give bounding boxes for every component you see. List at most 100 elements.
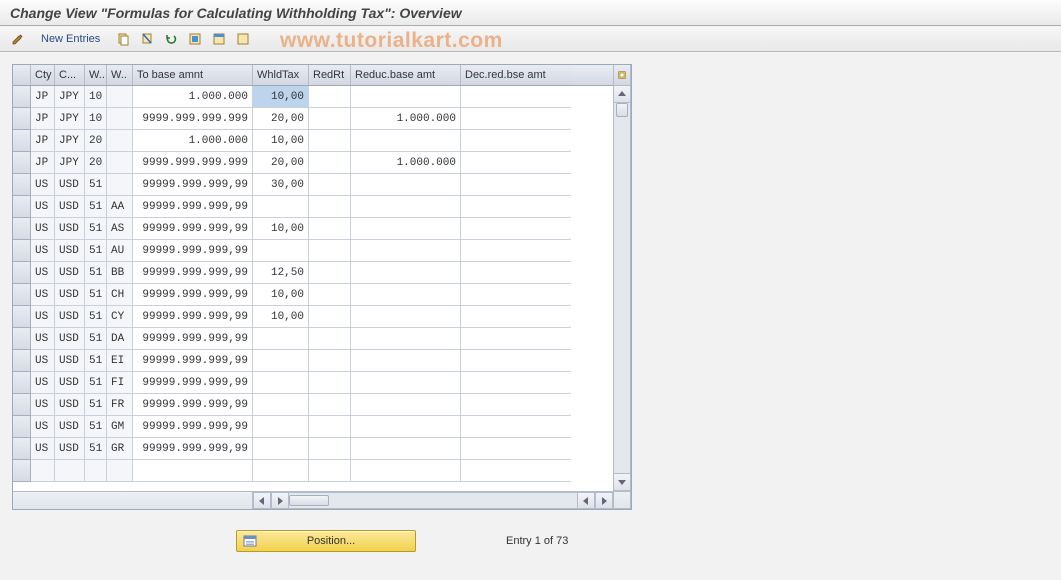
- empty-cell[interactable]: [85, 460, 107, 482]
- cell-redrt[interactable]: [309, 174, 351, 196]
- cell-w1[interactable]: 51: [85, 306, 107, 328]
- cell-whldtax[interactable]: 20,00: [253, 152, 309, 174]
- cell-dec-red[interactable]: [461, 86, 571, 108]
- cell-redrt[interactable]: [309, 416, 351, 438]
- delete-icon[interactable]: [137, 30, 157, 48]
- cell-dec-red[interactable]: [461, 284, 571, 306]
- cell-redrt[interactable]: [309, 130, 351, 152]
- vscroll-track[interactable]: [613, 103, 631, 473]
- cell-w2[interactable]: BB: [107, 262, 133, 284]
- cell-w1[interactable]: 51: [85, 394, 107, 416]
- cell-whldtax[interactable]: [253, 416, 309, 438]
- cell-w2[interactable]: [107, 130, 133, 152]
- empty-cell[interactable]: [13, 460, 31, 482]
- cell-dec-red[interactable]: [461, 174, 571, 196]
- cell-crcy[interactable]: USD: [55, 438, 85, 460]
- cell-redrt[interactable]: [309, 284, 351, 306]
- cell-to-base[interactable]: 99999.999.999,99: [133, 306, 253, 328]
- cell-reduc-base[interactable]: [351, 218, 461, 240]
- cell-reduc-base[interactable]: [351, 372, 461, 394]
- cell-reduc-base[interactable]: 1.000.000: [351, 152, 461, 174]
- empty-cell[interactable]: [55, 460, 85, 482]
- cell-reduc-base[interactable]: [351, 174, 461, 196]
- col-rbase[interactable]: Reduc.base amt: [351, 65, 461, 85]
- cell-crcy[interactable]: USD: [55, 416, 85, 438]
- hscroll-track[interactable]: [289, 492, 577, 509]
- col-w2[interactable]: W..: [107, 65, 133, 85]
- cell-w1[interactable]: 51: [85, 196, 107, 218]
- cell-dec-red[interactable]: [461, 350, 571, 372]
- row-selector[interactable]: [13, 240, 31, 262]
- row-selector[interactable]: [13, 416, 31, 438]
- cell-w1[interactable]: 51: [85, 328, 107, 350]
- cell-to-base[interactable]: 9999.999.999.999: [133, 152, 253, 174]
- cell-crcy[interactable]: USD: [55, 350, 85, 372]
- empty-cell[interactable]: [461, 460, 571, 482]
- cell-w2[interactable]: [107, 108, 133, 130]
- cell-to-base[interactable]: 99999.999.999,99: [133, 196, 253, 218]
- select-all-icon[interactable]: [185, 30, 205, 48]
- cell-whldtax[interactable]: [253, 350, 309, 372]
- cell-crcy[interactable]: JPY: [55, 130, 85, 152]
- cell-w1[interactable]: 10: [85, 108, 107, 130]
- cell-w1[interactable]: 51: [85, 284, 107, 306]
- cell-redrt[interactable]: [309, 262, 351, 284]
- cell-redrt[interactable]: [309, 394, 351, 416]
- empty-cell[interactable]: [31, 460, 55, 482]
- cell-w1[interactable]: 51: [85, 416, 107, 438]
- cell-dec-red[interactable]: [461, 262, 571, 284]
- cell-whldtax[interactable]: 10,00: [253, 284, 309, 306]
- cell-w1[interactable]: 10: [85, 86, 107, 108]
- cell-reduc-base[interactable]: [351, 86, 461, 108]
- cell-whldtax[interactable]: 10,00: [253, 130, 309, 152]
- cell-cty[interactable]: JP: [31, 152, 55, 174]
- cell-whldtax[interactable]: [253, 372, 309, 394]
- cell-to-base[interactable]: 1.000.000: [133, 86, 253, 108]
- hscroll-left-button[interactable]: [253, 492, 271, 509]
- col-w1[interactable]: W..: [85, 65, 107, 85]
- row-selector[interactable]: [13, 350, 31, 372]
- cell-to-base[interactable]: 99999.999.999,99: [133, 240, 253, 262]
- cell-crcy[interactable]: USD: [55, 372, 85, 394]
- cell-cty[interactable]: US: [31, 284, 55, 306]
- row-selector[interactable]: [13, 108, 31, 130]
- cell-cty[interactable]: US: [31, 306, 55, 328]
- cell-w1[interactable]: 51: [85, 350, 107, 372]
- empty-cell[interactable]: [133, 460, 253, 482]
- cell-dec-red[interactable]: [461, 218, 571, 240]
- cell-w2[interactable]: FI: [107, 372, 133, 394]
- undo-icon[interactable]: [161, 30, 181, 48]
- cell-dec-red[interactable]: [461, 152, 571, 174]
- cell-redrt[interactable]: [309, 196, 351, 218]
- cell-crcy[interactable]: JPY: [55, 108, 85, 130]
- cell-to-base[interactable]: 9999.999.999.999: [133, 108, 253, 130]
- cell-w2[interactable]: FR: [107, 394, 133, 416]
- cell-reduc-base[interactable]: [351, 240, 461, 262]
- cell-redrt[interactable]: [309, 350, 351, 372]
- col-decred[interactable]: Dec.red.bse amt: [461, 65, 571, 85]
- cell-w2[interactable]: CH: [107, 284, 133, 306]
- cell-to-base[interactable]: 99999.999.999,99: [133, 372, 253, 394]
- row-selector[interactable]: [13, 152, 31, 174]
- vscroll-thumb[interactable]: [616, 103, 628, 117]
- cell-reduc-base[interactable]: [351, 350, 461, 372]
- cell-dec-red[interactable]: [461, 394, 571, 416]
- cell-dec-red[interactable]: [461, 328, 571, 350]
- cell-reduc-base[interactable]: [351, 262, 461, 284]
- cell-to-base[interactable]: 99999.999.999,99: [133, 438, 253, 460]
- cell-dec-red[interactable]: [461, 372, 571, 394]
- cell-cty[interactable]: US: [31, 196, 55, 218]
- cell-w2[interactable]: AA: [107, 196, 133, 218]
- cell-to-base[interactable]: 99999.999.999,99: [133, 262, 253, 284]
- new-entries-button[interactable]: New Entries: [32, 31, 109, 47]
- cell-reduc-base[interactable]: [351, 284, 461, 306]
- cell-to-base[interactable]: 99999.999.999,99: [133, 394, 253, 416]
- position-button[interactable]: Position...: [236, 530, 416, 552]
- configure-columns-icon[interactable]: [613, 65, 631, 85]
- cell-cty[interactable]: US: [31, 174, 55, 196]
- cell-redrt[interactable]: [309, 86, 351, 108]
- vscroll-down-button[interactable]: [613, 473, 631, 491]
- row-selector[interactable]: [13, 372, 31, 394]
- cell-dec-red[interactable]: [461, 306, 571, 328]
- col-whld[interactable]: WhldTax: [253, 65, 309, 85]
